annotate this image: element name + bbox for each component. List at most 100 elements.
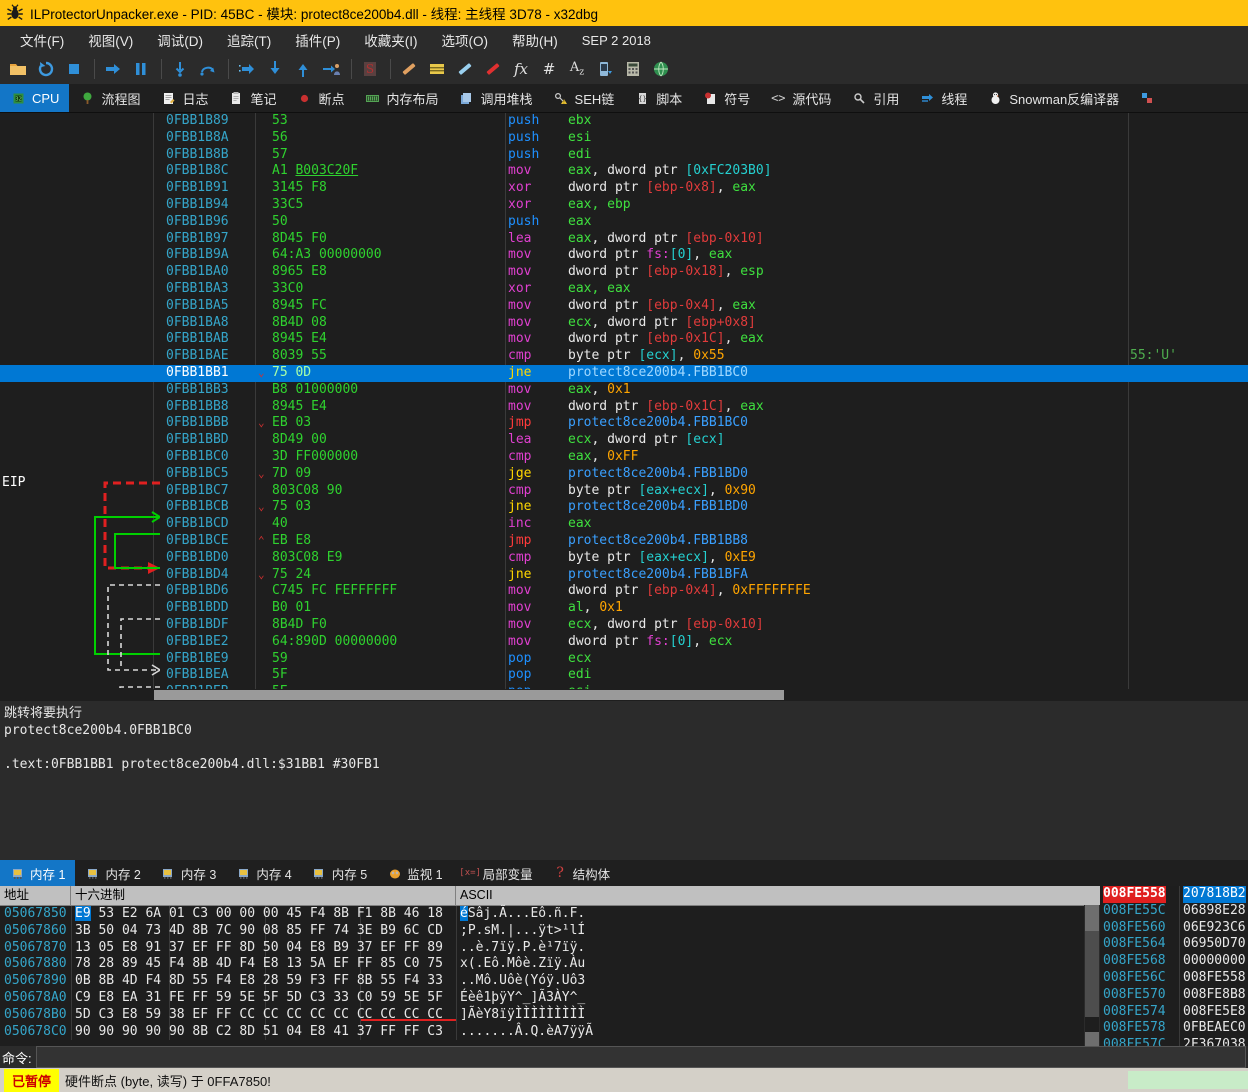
disasm-row[interactable]: 0FBB1B9650pusheax <box>0 214 1248 231</box>
disasm-row[interactable]: 0FBB1B978D45 F0leaeax, dword ptr [ebp-0x… <box>0 231 1248 248</box>
dump-byte[interactable]: 5F <box>263 990 279 1005</box>
stack-row[interactable]: 008FE56006E923C6 <box>1100 920 1248 937</box>
globe-icon[interactable] <box>649 57 673 81</box>
step-down-icon[interactable] <box>263 57 287 81</box>
dump-byte[interactable]: F4 <box>239 956 255 971</box>
dump-byte[interactable]: 4D <box>122 973 138 988</box>
dump-byte[interactable]: 08 <box>263 923 279 938</box>
patch-icon[interactable] <box>453 57 477 81</box>
menu-file[interactable]: 文件(F) <box>8 26 76 54</box>
disasm-row[interactable]: 0FBB1BDF8B4D F0movecx, dword ptr [ebp-0x… <box>0 617 1248 634</box>
run-to-selection-icon[interactable] <box>235 57 259 81</box>
dump-byte[interactable]: EF <box>380 940 396 955</box>
dump-byte[interactable]: 13 <box>286 956 302 971</box>
dump-byte[interactable]: CC <box>404 1007 420 1022</box>
dump-byte[interactable]: 8B <box>333 906 349 921</box>
dump-byte[interactable]: FF <box>310 923 326 938</box>
dump-byte[interactable]: CC <box>333 1007 349 1022</box>
disasm-row[interactable]: 0FBB1B8A56pushesi <box>0 130 1248 147</box>
dump-row[interactable]: 050678900B 8B 4D F4 8D 55 F4 E8 28 59 F3… <box>0 973 1100 990</box>
dump-header-address[interactable]: 地址 <box>0 886 71 905</box>
step-up-icon[interactable] <box>291 57 315 81</box>
dump-byte[interactable]: 6A <box>145 906 161 921</box>
dump-byte[interactable]: C3 <box>310 990 326 1005</box>
dump-byte[interactable]: 90 <box>122 1024 138 1039</box>
dump-byte[interactable]: E8 <box>263 956 279 971</box>
dump-byte[interactable]: FF <box>404 940 420 955</box>
dump-byte[interactable]: 4D <box>169 923 185 938</box>
dump-byte[interactable]: 3E <box>357 923 373 938</box>
menu-help[interactable]: 帮助(H) <box>500 26 570 54</box>
tab-log[interactable]: 日志 <box>150 84 218 112</box>
dump-byte[interactable]: EA <box>122 990 138 1005</box>
phone-icon[interactable] <box>593 57 617 81</box>
dump-byte[interactable]: 00 <box>263 906 279 921</box>
disasm-row[interactable]: 0FBB1BD0803C08 E9cmpbyte ptr [eax+ecx], … <box>0 550 1248 567</box>
disassembly-hscrollbar[interactable] <box>154 689 1248 701</box>
dump-byte[interactable]: CC <box>427 1007 443 1022</box>
dump-byte[interactable]: 8D <box>169 973 185 988</box>
tab-threads[interactable]: 线程 <box>909 84 977 112</box>
dump-byte[interactable]: 33 <box>427 973 443 988</box>
stack-row[interactable]: 008FE56406950D70 <box>1100 936 1248 953</box>
open-folder-icon[interactable] <box>6 57 30 81</box>
dump-byte[interactable]: B9 <box>380 923 396 938</box>
dump-byte[interactable]: 04 <box>286 940 302 955</box>
disasm-row[interactable]: 0FBB1BCD40inceax <box>0 516 1248 533</box>
tab-seh[interactable]: ! SEH链 <box>543 84 625 112</box>
dump-byte[interactable]: C0 <box>357 990 373 1005</box>
stop-icon[interactable] <box>62 57 86 81</box>
dump-byte[interactable]: 5E <box>404 990 420 1005</box>
dump-byte[interactable]: FF <box>216 1007 232 1022</box>
dump-rows[interactable]: 05067850E9 53 E2 6A 01 C3 00 00 00 45 F4… <box>0 906 1100 1040</box>
bottom-tab-7[interactable]: [x=]局部变量 <box>453 860 543 886</box>
dump-byte[interactable]: 8B <box>357 973 373 988</box>
dump-byte[interactable]: FF <box>333 973 349 988</box>
dump-row[interactable]: 05067850E9 53 E2 6A 01 C3 00 00 00 45 F4… <box>0 906 1100 923</box>
disasm-row[interactable]: ⌄0FBB1BC57D 09jgeprotect8ce200b4.FBB1BD0 <box>0 466 1248 483</box>
stack-row[interactable]: 008FE570008FE8B8 <box>1100 987 1248 1004</box>
disasm-row[interactable]: ⌄0FBB1BD475 24jneprotect8ce200b4.FBB1BFA <box>0 567 1248 584</box>
dump-byte[interactable]: 8B <box>192 1024 208 1039</box>
disasm-row[interactable]: ⌄0FBB1BCB75 03jneprotect8ce200b4.FBB1BD0 <box>0 499 1248 516</box>
dump-byte[interactable]: CC <box>357 1007 373 1022</box>
dump-byte[interactable]: 28 <box>98 956 114 971</box>
dump-byte[interactable]: 5A <box>310 956 326 971</box>
scroll-down-button[interactable] <box>1085 1032 1099 1046</box>
dump-byte[interactable]: 50 <box>263 940 279 955</box>
dump-byte[interactable]: B9 <box>333 940 349 955</box>
dump-byte[interactable]: 05 <box>98 940 114 955</box>
dump-byte[interactable]: F4 <box>169 956 185 971</box>
dump-byte[interactable]: 8B <box>192 956 208 971</box>
menu-debug[interactable]: 调试(D) <box>145 26 215 54</box>
disassembly-pane[interactable]: EIP 0FBB1B8953pushebx0FBB1B8A56pushesi0F… <box>0 113 1248 701</box>
dump-byte[interactable]: 74 <box>333 923 349 938</box>
tab-memory-map[interactable]: 内存布局 <box>355 84 449 112</box>
dump-byte[interactable]: E8 <box>98 990 114 1005</box>
disasm-row[interactable]: ⌄0FBB1BB175 0Djneprotect8ce200b4.FBB1BC0 <box>0 365 1248 382</box>
disasm-row[interactable]: 0FBB1BC03D FF000000cmpeax, 0xFF <box>0 449 1248 466</box>
menu-view[interactable]: 视图(V) <box>76 26 145 54</box>
ruler-icon[interactable] <box>397 57 421 81</box>
disasm-row[interactable]: 0FBB1BEA5Fpopedi <box>0 667 1248 684</box>
dump-byte[interactable]: 51 <box>263 1024 279 1039</box>
dump-byte[interactable]: 45 <box>145 956 161 971</box>
dump-byte[interactable]: C2 <box>216 1024 232 1039</box>
disasm-row[interactable]: 0FBB1BAE8039 55cmpbyte ptr [ecx], 0x5555… <box>0 348 1248 365</box>
disasm-row[interactable]: 0FBB1BA333C0xoreax, eax <box>0 281 1248 298</box>
disasm-row[interactable]: 0FBB1B8CA1 B003C20Fmoveax, dword ptr [0x… <box>0 163 1248 180</box>
dump-byte[interactable]: 5D <box>75 1007 91 1022</box>
menu-favourites[interactable]: 收藏夹(I) <box>352 26 429 54</box>
dump-byte[interactable]: 0B <box>75 973 91 988</box>
menu-options[interactable]: 选项(O) <box>430 26 501 54</box>
dump-byte[interactable]: 85 <box>286 923 302 938</box>
dump-byte[interactable]: 53 <box>98 906 114 921</box>
dump-byte[interactable]: 90 <box>239 923 255 938</box>
bottom-tab-4[interactable]: 内存 4 <box>226 860 301 886</box>
dump-byte[interactable]: 41 <box>333 1024 349 1039</box>
dump-byte[interactable]: EF <box>333 956 349 971</box>
dump-byte[interactable]: 59 <box>145 1007 161 1022</box>
scrollbar-thumb[interactable] <box>1085 931 1099 1017</box>
dump-byte[interactable]: 59 <box>380 990 396 1005</box>
run-to-user-code-icon[interactable] <box>319 57 343 81</box>
